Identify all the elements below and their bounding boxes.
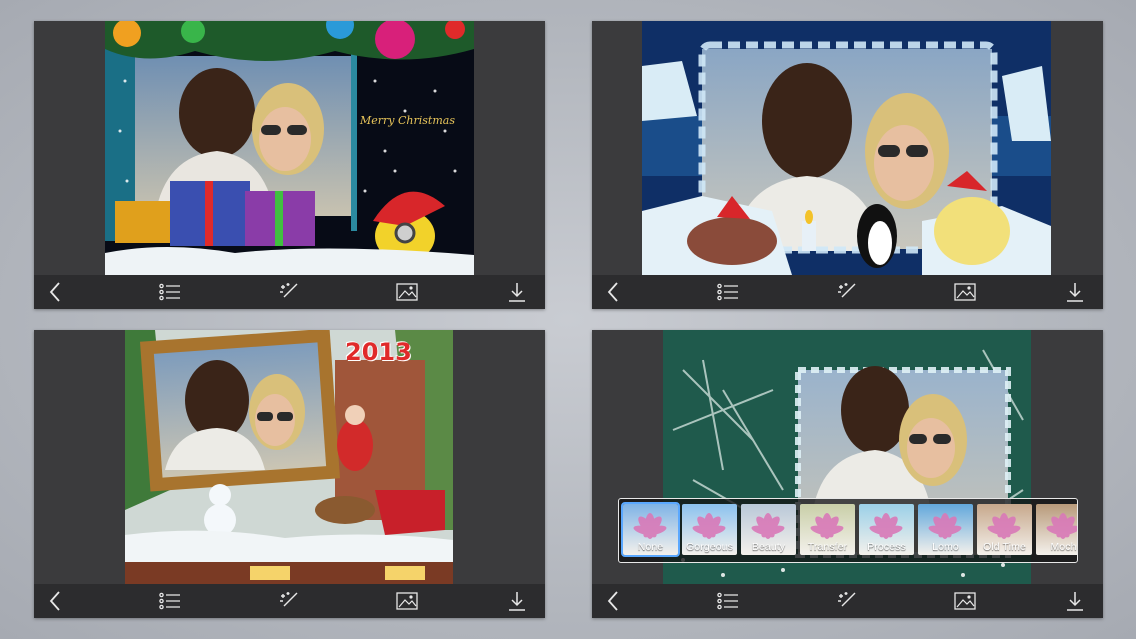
magic-wand-icon xyxy=(838,592,856,607)
list-icon xyxy=(159,283,180,301)
framed-photo xyxy=(642,21,1051,275)
filter-label: Beauty xyxy=(751,541,786,553)
image-icon xyxy=(396,592,418,610)
chevron-left-icon xyxy=(49,282,60,302)
frames-list-button[interactable] xyxy=(711,584,745,618)
chevron-left-icon xyxy=(49,591,60,611)
frames-list-button[interactable] xyxy=(153,584,187,618)
filter-label: Old Time xyxy=(983,541,1026,553)
magic-wand-icon xyxy=(280,283,298,298)
effects-button[interactable] xyxy=(830,275,864,309)
download-icon xyxy=(509,283,525,302)
bottom-toolbar xyxy=(34,584,545,618)
filter-label: Moch xyxy=(1050,541,1077,553)
filter-beauty[interactable]: Beauty xyxy=(741,504,796,555)
filter-process[interactable]: Process xyxy=(859,504,914,555)
preview-panel-1: Merry Christmas xyxy=(34,21,545,309)
chevron-left-icon xyxy=(607,282,618,302)
list-icon xyxy=(159,592,180,610)
download-icon xyxy=(1067,283,1083,302)
gallery-button[interactable] xyxy=(390,584,424,618)
filter-label: Process xyxy=(867,541,906,553)
filter-label: Gorgeous xyxy=(686,541,733,553)
save-button[interactable] xyxy=(500,584,534,618)
filter-transfer[interactable]: Transfer xyxy=(800,504,855,555)
bottom-toolbar xyxy=(34,275,545,309)
filter-label: Lomo xyxy=(932,541,959,553)
effects-button[interactable] xyxy=(272,584,306,618)
list-icon xyxy=(717,592,738,610)
image-icon xyxy=(954,592,976,610)
filter-none[interactable]: None xyxy=(621,502,680,557)
frames-list-button[interactable] xyxy=(153,275,187,309)
back-button[interactable] xyxy=(596,275,630,309)
effects-button[interactable] xyxy=(830,584,864,618)
bottom-toolbar xyxy=(592,275,1103,309)
frames-list-button[interactable] xyxy=(711,275,745,309)
save-button[interactable] xyxy=(1058,275,1092,309)
list-icon xyxy=(717,283,738,301)
filter-gorgeous[interactable]: Gorgeous xyxy=(682,504,737,555)
filter-old-time[interactable]: Old Time xyxy=(977,504,1032,555)
preview-panel-4 xyxy=(592,330,1103,618)
filter-lomo[interactable]: Lomo xyxy=(918,504,973,555)
preview-panel-2 xyxy=(592,21,1103,309)
back-button[interactable] xyxy=(38,584,72,618)
framed-photo: Merry Christmas xyxy=(105,21,474,275)
framed-photo: 2013 xyxy=(125,330,453,584)
effects-button[interactable] xyxy=(272,275,306,309)
gallery-button[interactable] xyxy=(948,584,982,618)
greeting-caption: Merry Christmas xyxy=(360,114,455,127)
image-icon xyxy=(396,283,418,301)
preview-panel-3: 2013 xyxy=(34,330,545,618)
filter-label: None xyxy=(637,541,664,553)
gallery-button[interactable] xyxy=(948,275,982,309)
download-icon xyxy=(1067,592,1083,611)
back-button[interactable] xyxy=(38,275,72,309)
gallery-button[interactable] xyxy=(390,275,424,309)
snowflake-frame-photo xyxy=(642,21,1051,275)
year-label: 2013 xyxy=(345,338,412,366)
magic-wand-icon xyxy=(838,283,856,298)
save-button[interactable] xyxy=(500,275,534,309)
filter-label: Transfer xyxy=(807,541,848,553)
bottom-toolbar xyxy=(592,584,1103,618)
filter-mocha[interactable]: Moch xyxy=(1036,504,1077,555)
christmas-frame-photo xyxy=(105,21,474,275)
chevron-left-icon xyxy=(607,591,618,611)
wooden-frame-photo xyxy=(125,330,453,584)
image-icon xyxy=(954,283,976,301)
back-button[interactable] xyxy=(596,584,630,618)
filter-strip[interactable]: None Gorgeous Beauty Transfer Process Lo… xyxy=(618,498,1078,563)
download-icon xyxy=(509,592,525,611)
magic-wand-icon xyxy=(280,592,298,607)
save-button[interactable] xyxy=(1058,584,1092,618)
